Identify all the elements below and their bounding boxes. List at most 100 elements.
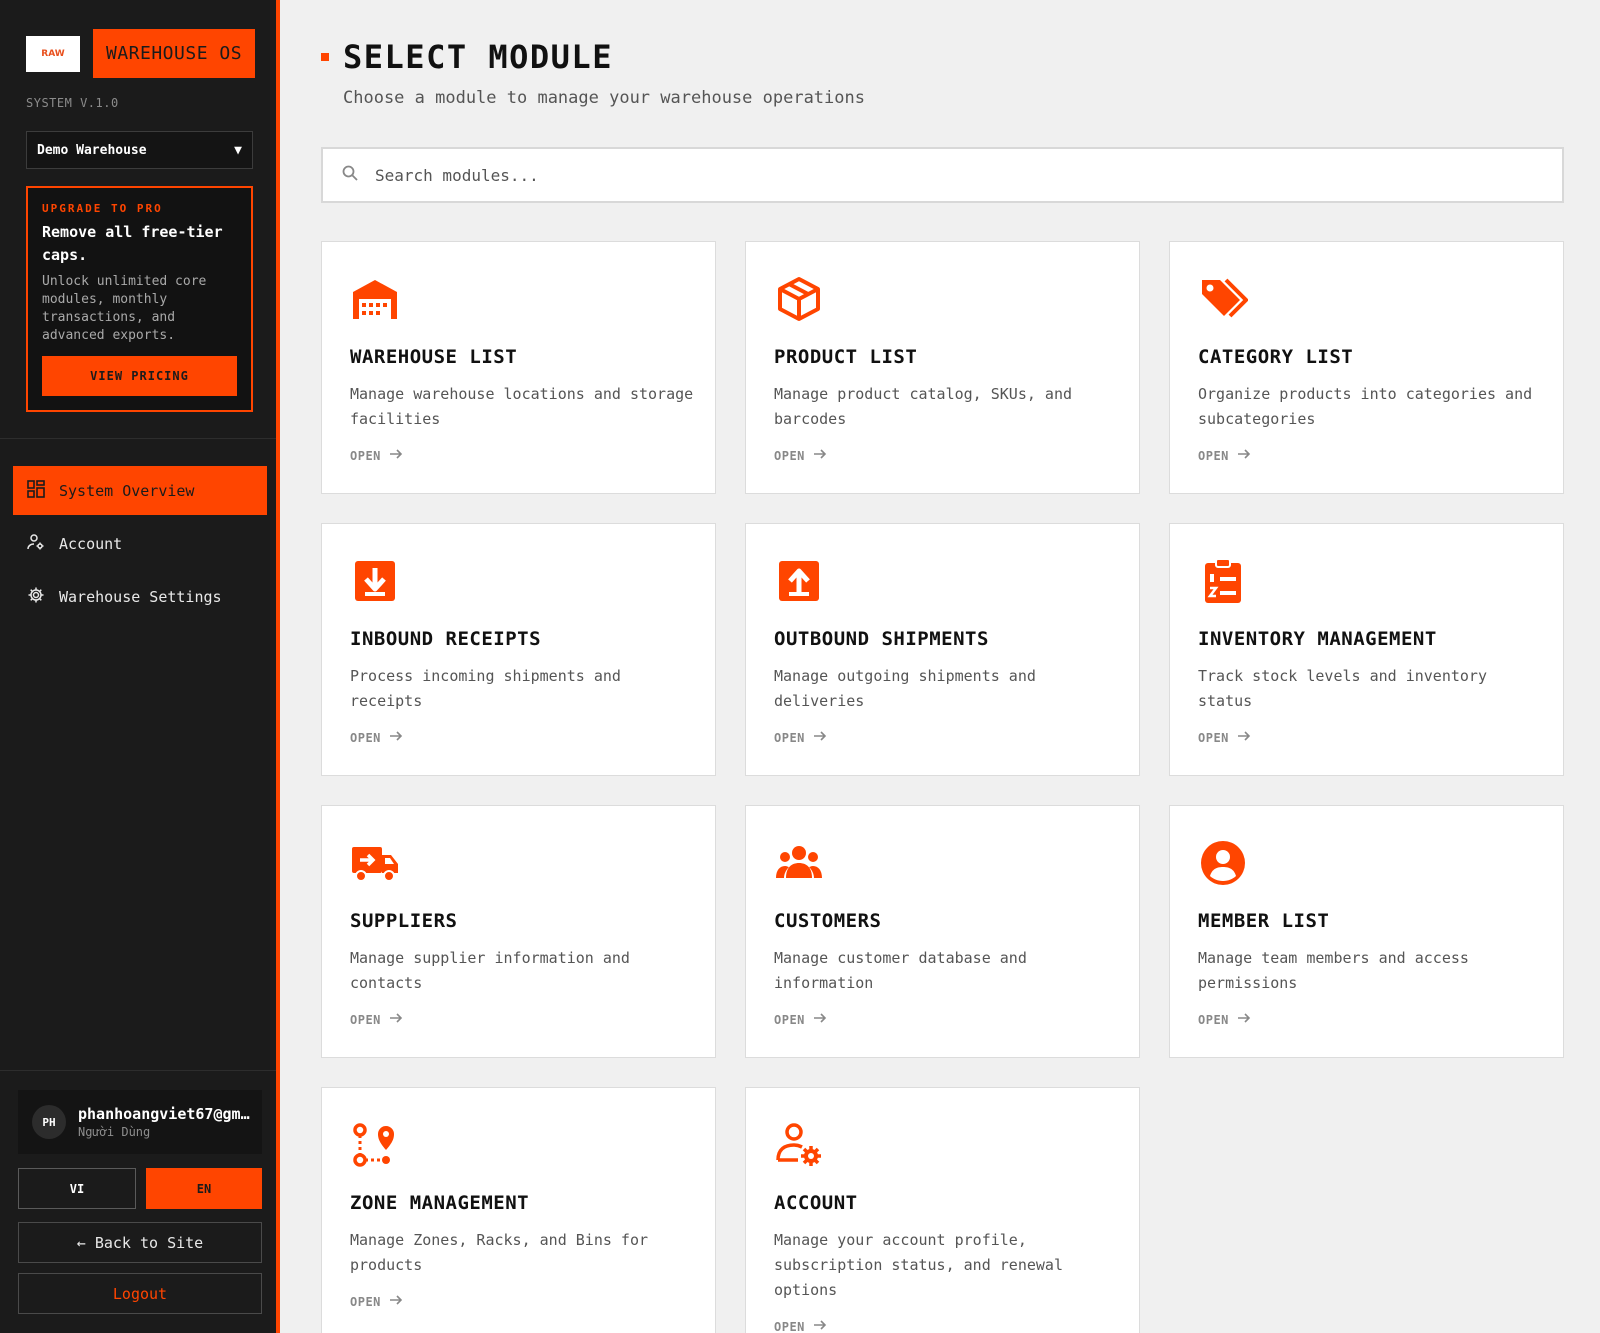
caret-down-icon: ▼ bbox=[234, 142, 242, 158]
sidebar-item-warehouse-settings[interactable]: Warehouse Settings bbox=[13, 572, 267, 621]
module-description: Organize products into categories and su… bbox=[1198, 385, 1533, 428]
module-description: Manage Zones, Racks, and Bins for produc… bbox=[350, 1231, 649, 1274]
sidebar-item-label: Warehouse Settings bbox=[59, 587, 222, 606]
module-card-suppliers[interactable]: SUPPLIERS Manage supplier information an… bbox=[321, 805, 716, 1058]
sidebar-nav: System Overview Account Warehouse Settin… bbox=[13, 466, 267, 625]
promo-eyebrow: UPGRADE TO PRO bbox=[42, 202, 163, 215]
module-open-link[interactable]: OPEN bbox=[350, 1293, 403, 1310]
module-open-link[interactable]: OPEN bbox=[774, 1011, 827, 1028]
module-open-link[interactable]: OPEN bbox=[350, 1011, 403, 1028]
module-title: INBOUND RECEIPTS bbox=[350, 628, 542, 650]
brand-name: WAREHOUSE OS bbox=[93, 29, 256, 78]
users-icon bbox=[774, 838, 824, 888]
arrow-right-icon bbox=[813, 1011, 827, 1028]
module-card-outbound-shipments[interactable]: OUTBOUND SHIPMENTS Manage outgoing shipm… bbox=[745, 523, 1140, 776]
system-version: SYSTEM V.1.0 bbox=[26, 96, 119, 110]
upgrade-promo: UPGRADE TO PRO Remove all free-tier caps… bbox=[26, 186, 253, 412]
route-icon bbox=[350, 1120, 400, 1170]
module-description: Manage supplier information and contacts bbox=[350, 949, 630, 992]
warehouse-icon bbox=[350, 274, 400, 324]
search-input[interactable] bbox=[375, 165, 1475, 185]
arrow-right-icon bbox=[1237, 447, 1251, 464]
divider bbox=[0, 438, 276, 439]
user-circle-icon bbox=[1198, 838, 1248, 888]
module-open-link[interactable]: OPEN bbox=[774, 729, 827, 746]
view-pricing-button[interactable]: VIEW PRICING bbox=[42, 356, 237, 396]
promo-title: Remove all free-tier caps. bbox=[42, 223, 223, 264]
arrow-right-icon bbox=[813, 729, 827, 746]
arrow-down-box-icon bbox=[350, 556, 400, 606]
arrow-right-icon bbox=[389, 1293, 403, 1310]
arrow-right-icon bbox=[389, 1011, 403, 1028]
module-description: Manage customer database and information bbox=[774, 949, 1027, 992]
search-bar[interactable] bbox=[321, 147, 1564, 203]
user-card[interactable]: PH phanhoangviet67@gmail.com Người Dùng bbox=[18, 1090, 262, 1154]
module-title: INVENTORY MANAGEMENT bbox=[1198, 628, 1437, 650]
module-open-link[interactable]: OPEN bbox=[774, 447, 827, 464]
arrow-right-icon bbox=[1237, 1011, 1251, 1028]
avatar: PH bbox=[32, 1105, 66, 1139]
module-title: ACCOUNT bbox=[774, 1192, 858, 1214]
box-icon bbox=[774, 274, 824, 324]
module-title: CUSTOMERS bbox=[774, 910, 882, 932]
module-title: MEMBER LIST bbox=[1198, 910, 1330, 932]
module-description: Manage product catalog, SKUs, and barcod… bbox=[774, 385, 1073, 428]
module-card-inbound-receipts[interactable]: INBOUND RECEIPTS Process incoming shipme… bbox=[321, 523, 716, 776]
brand[interactable]: RAW WAREHOUSE OS bbox=[26, 29, 256, 78]
tags-icon bbox=[1198, 274, 1249, 324]
arrow-right-icon bbox=[389, 729, 403, 746]
lang-en-button[interactable]: EN bbox=[146, 1168, 262, 1209]
title-row: SELECT MODULE bbox=[321, 38, 613, 76]
logout-button[interactable]: Logout bbox=[18, 1273, 262, 1314]
gear-icon bbox=[27, 586, 45, 608]
module-open-link[interactable]: OPEN bbox=[1198, 1011, 1251, 1028]
sidebar-item-account[interactable]: Account bbox=[13, 519, 267, 568]
page-subtitle: Choose a module to manage your warehouse… bbox=[343, 88, 865, 108]
sidebar-item-system-overview[interactable]: System Overview bbox=[13, 466, 267, 515]
module-open-link[interactable]: OPEN bbox=[774, 1318, 827, 1333]
lang-vi-button[interactable]: VI bbox=[18, 1168, 136, 1209]
module-title: OUTBOUND SHIPMENTS bbox=[774, 628, 989, 650]
arrow-right-icon bbox=[813, 447, 827, 464]
arrow-up-box-icon bbox=[774, 556, 824, 606]
user-gear-icon bbox=[774, 1120, 824, 1170]
module-open-link[interactable]: OPEN bbox=[1198, 447, 1251, 464]
module-title: PRODUCT LIST bbox=[774, 346, 918, 368]
truck-icon bbox=[350, 838, 400, 888]
grid-icon bbox=[27, 479, 45, 502]
module-card-customers[interactable]: CUSTOMERS Manage customer database and i… bbox=[745, 805, 1140, 1058]
back-to-site-button[interactable]: ← Back to Site bbox=[18, 1222, 262, 1263]
module-card-zone-management[interactable]: ZONE MANAGEMENT Manage Zones, Racks, and… bbox=[321, 1087, 716, 1333]
sidebar-item-label: Account bbox=[59, 534, 123, 553]
search-icon bbox=[341, 164, 359, 186]
arrow-right-icon bbox=[813, 1318, 827, 1333]
user-info: phanhoangviet67@gmail.com Người Dùng bbox=[78, 1105, 250, 1139]
brand-logo: RAW bbox=[26, 35, 80, 72]
title-marker bbox=[321, 53, 329, 61]
module-open-link[interactable]: OPEN bbox=[350, 447, 403, 464]
module-card-category-list[interactable]: CATEGORY LIST Organize products into cat… bbox=[1169, 241, 1564, 494]
module-description: Manage warehouse locations and storage f… bbox=[350, 385, 694, 428]
user-name: phanhoangviet67@gmail.com bbox=[78, 1105, 250, 1123]
module-description: Manage team members and access permissio… bbox=[1198, 949, 1469, 992]
language-switch: VI EN bbox=[18, 1168, 262, 1209]
module-open-link[interactable]: OPEN bbox=[1198, 729, 1251, 746]
module-open-link[interactable]: OPEN bbox=[350, 729, 403, 746]
module-title: SUPPLIERS bbox=[350, 910, 458, 932]
module-description: Track stock levels and inventory status bbox=[1198, 667, 1487, 710]
module-card-account[interactable]: ACCOUNT Manage your account profile, sub… bbox=[745, 1087, 1140, 1333]
module-card-warehouse-list[interactable]: WAREHOUSE LIST Manage warehouse location… bbox=[321, 241, 716, 494]
user-role: Người Dùng bbox=[78, 1125, 151, 1139]
module-card-inventory-management[interactable]: INVENTORY MANAGEMENT Track stock levels … bbox=[1169, 523, 1564, 776]
module-description: Process incoming shipments and receipts bbox=[350, 667, 621, 710]
promo-text: Unlock unlimited core modules, monthly t… bbox=[42, 274, 207, 343]
module-card-product-list[interactable]: PRODUCT LIST Manage product catalog, SKU… bbox=[745, 241, 1140, 494]
module-title: ZONE MANAGEMENT bbox=[350, 1192, 530, 1214]
divider bbox=[0, 1070, 276, 1071]
warehouse-select[interactable]: Demo Warehouse ▼ bbox=[26, 131, 253, 169]
arrow-right-icon bbox=[389, 447, 403, 464]
module-card-member-list[interactable]: MEMBER LIST Manage team members and acce… bbox=[1169, 805, 1564, 1058]
sidebar: RAW WAREHOUSE OS SYSTEM V.1.0 Demo Wareh… bbox=[0, 0, 280, 1333]
module-title: CATEGORY LIST bbox=[1198, 346, 1354, 368]
sidebar-item-label: System Overview bbox=[59, 481, 195, 500]
